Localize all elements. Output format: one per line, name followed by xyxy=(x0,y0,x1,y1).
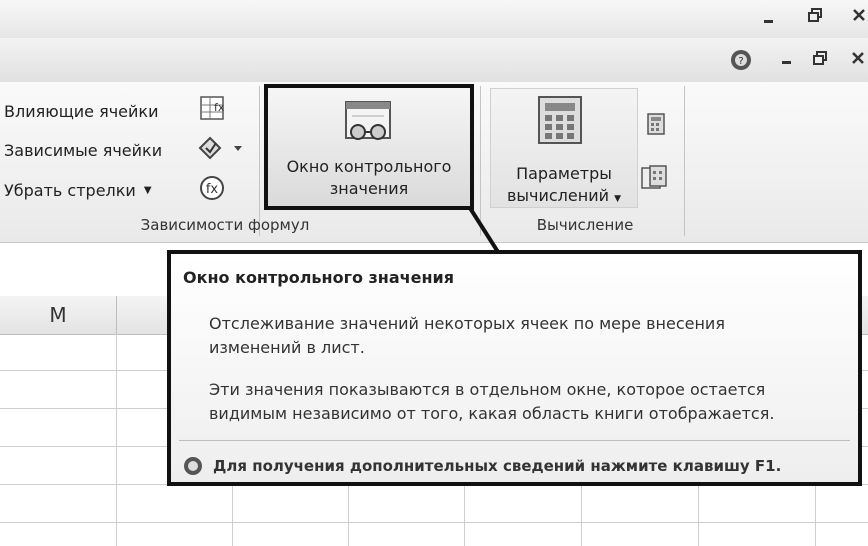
group-label-formula-dependencies: Зависимости формул xyxy=(140,216,310,234)
trace-precedents-label: Влияющие ячейки xyxy=(4,101,159,121)
workbook-minimize-button[interactable] xyxy=(780,51,794,70)
chevron-down-icon: ▼ xyxy=(143,184,152,196)
tooltip-title: Окно контрольного значения xyxy=(183,268,455,287)
tooltip-paragraph-2-line-2: видимым независимо от того, какая област… xyxy=(209,404,775,423)
ribbon-separator xyxy=(259,86,260,236)
calculation-options-label-line2: вычислений xyxy=(506,186,610,205)
restore-button[interactable] xyxy=(804,6,826,24)
trace-dependents-label: Зависимые ячейки xyxy=(4,140,163,160)
calculation-options-label-line1: Параметры xyxy=(516,164,612,183)
column-header-m[interactable]: M xyxy=(0,296,117,335)
tooltip-paragraph-1-line-1: Отслеживание значений некоторых ячеек по… xyxy=(209,314,725,333)
calculate-sheet-button[interactable] xyxy=(640,164,670,196)
calculate-now-icon xyxy=(647,113,665,135)
watch-window-button[interactable]: Окно контрольного значения xyxy=(264,84,474,210)
show-formulas-button[interactable]: fx xyxy=(198,94,228,126)
restore-icon xyxy=(808,8,822,22)
trace-precedents-button[interactable]: Влияющие ячейки xyxy=(4,98,158,124)
watch-window-label-line2: значения xyxy=(329,179,409,198)
ribbon-tab-bar: ? xyxy=(0,38,868,83)
trace-dependents-button[interactable]: Зависимые ячейки xyxy=(4,137,162,163)
remove-arrows-button[interactable]: Убрать стрелки ▼ xyxy=(4,177,152,203)
help-icon: ? xyxy=(731,50,751,70)
calculator-icon xyxy=(537,95,585,151)
error-checking-icon xyxy=(198,136,242,160)
calculate-sheet-icon xyxy=(641,165,667,189)
close-icon xyxy=(853,9,865,21)
group-label-calculation: Вычисление xyxy=(536,216,634,234)
help-icon xyxy=(184,457,202,475)
svg-text:fx: fx xyxy=(206,182,219,197)
close-button[interactable] xyxy=(848,6,868,24)
tooltip-paragraph-2-line-1: Эти значения показываются в отдельном ок… xyxy=(209,380,766,399)
tooltip-divider xyxy=(179,440,850,441)
watch-window-label-line1: Окно контрольного xyxy=(286,157,452,176)
error-checking-button[interactable] xyxy=(198,134,246,166)
tooltip-paragraph-1-line-2: изменений в лист. xyxy=(209,338,365,357)
minimize-icon xyxy=(782,61,791,64)
close-icon xyxy=(852,52,864,64)
workbook-close-button[interactable] xyxy=(850,50,866,70)
tooltip-help-text: Для получения дополнительных сведений на… xyxy=(213,457,782,475)
svg-text:fx: fx xyxy=(214,101,225,114)
tooltip-help-row[interactable]: Для получения дополнительных сведений на… xyxy=(183,454,781,478)
column-header-label: M xyxy=(49,303,67,327)
remove-arrows-label: Убрать стрелки xyxy=(4,180,136,200)
ribbon-separator xyxy=(684,86,685,236)
watch-window-icon xyxy=(340,100,398,150)
workbook-restore-button[interactable] xyxy=(812,50,828,70)
show-formulas-icon: fx xyxy=(200,96,225,120)
evaluate-formula-icon: fx xyxy=(200,176,224,200)
calculate-now-button[interactable] xyxy=(646,112,668,142)
calculation-options-button[interactable]: Параметры вычислений ▼ xyxy=(490,88,638,208)
title-bar xyxy=(0,0,868,39)
restore-icon xyxy=(813,51,827,65)
ribbon: Влияющие ячейки Зависимые ячейки Убрать … xyxy=(0,82,868,242)
minimize-icon xyxy=(764,20,773,23)
svg-text:?: ? xyxy=(738,56,743,67)
help-button[interactable]: ? xyxy=(730,49,752,71)
minimize-button[interactable] xyxy=(758,8,780,26)
callout-connector xyxy=(468,206,500,254)
watch-window-tooltip: Окно контрольного значения Отслеживание … xyxy=(167,250,862,486)
evaluate-formula-button[interactable]: fx xyxy=(198,174,228,208)
chevron-down-icon: ▼ xyxy=(614,194,622,204)
